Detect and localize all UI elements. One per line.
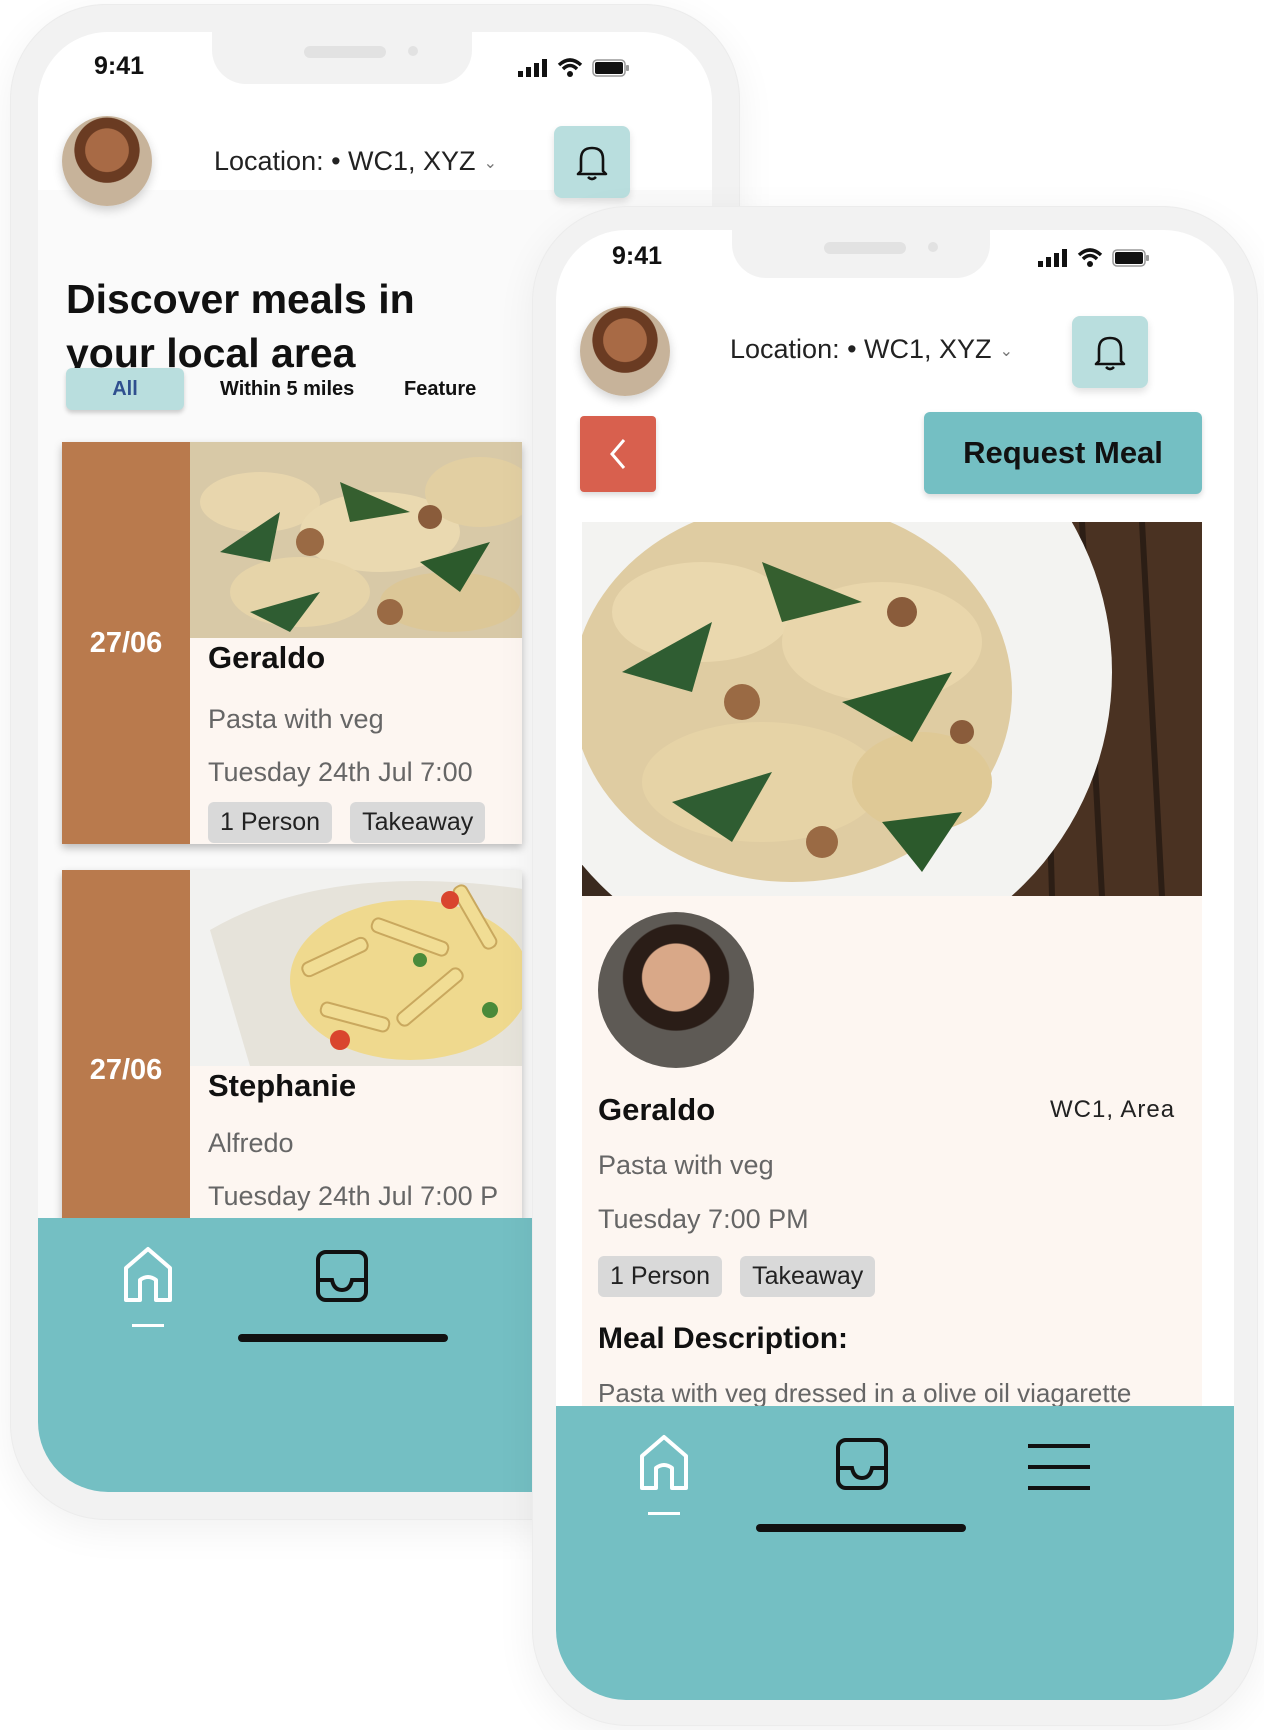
filter-all[interactable]: All [66,368,184,410]
nav-inbox[interactable] [834,1436,890,1497]
meal-date: 27/06 [62,870,190,1270]
nav-home[interactable] [120,1244,176,1327]
wifi-icon [1077,248,1103,267]
takeaway-tag: Takeaway [740,1256,876,1297]
chevron-left-icon [610,439,626,469]
inbox-icon [836,1438,888,1490]
dish-name: Alfredo [208,1128,294,1158]
bottom-nav [556,1406,1234,1700]
status-icons [1038,248,1150,268]
notifications-button[interactable] [1072,316,1148,388]
signal-icon [518,59,547,77]
home-indicator [756,1524,966,1532]
filter-within-5-miles[interactable]: Within 5 miles [220,378,354,401]
wifi-icon [557,58,583,77]
meal-photo [190,870,522,1066]
status-time: 9:41 [94,52,145,80]
user-avatar[interactable] [580,306,670,396]
inbox-icon [316,1250,368,1302]
location-label: Location: • WC1, XYZ [214,146,476,176]
serving-tag: 1 Person [208,802,333,843]
location-label: Location: • WC1, XYZ [730,334,992,364]
back-button[interactable] [580,416,656,492]
serving-tag: 1 Person [598,1256,723,1297]
description-title: Meal Description: [598,1322,849,1355]
request-meal-button[interactable]: Request Meal [924,412,1202,494]
dish-name: Pasta with veg [208,704,384,734]
status-icons [518,58,630,78]
meal-photo [190,442,522,638]
user-avatar[interactable] [62,116,152,206]
location-selector[interactable]: Location: • WC1, XYZ ⌄ [730,334,1013,365]
home-indicator [238,1334,448,1342]
cook-name: Geraldo [598,1092,716,1127]
nav-home[interactable] [636,1432,692,1515]
page-title: Discover meals in your local area [66,276,415,376]
cook-avatar[interactable] [598,912,754,1068]
meal-date: 27/06 [62,442,190,844]
meal-time: Tuesday 24th Jul 7:00 P [208,1181,499,1211]
notifications-button[interactable] [554,126,630,198]
meal-time: Tuesday 24th Jul 7:00 [208,757,473,787]
meal-hero-photo [582,522,1202,896]
location-selector[interactable]: Location: • WC1, XYZ ⌄ [214,146,497,177]
home-icon [640,1435,688,1490]
home-icon [124,1247,172,1302]
takeaway-tag: Takeaway [350,802,486,843]
cook-name: Stephanie [208,1068,357,1103]
battery-icon [592,59,629,77]
dish-name: Pasta with veg [598,1150,774,1180]
menu-icon [1028,1444,1090,1490]
battery-icon [1112,249,1149,267]
notch [732,230,990,278]
status-time: 9:41 [612,242,663,270]
detail-screen: 9:41 Location: • WC1, XYZ ⌄ Request Meal [556,230,1234,1700]
chevron-down-icon: ⌄ [483,154,497,172]
cook-area: WC1, Area [1050,1096,1176,1123]
bell-icon [1094,336,1126,371]
meal-time: Tuesday 7:00 PM [598,1204,809,1234]
cook-name: Geraldo [208,640,326,675]
bell-icon [576,146,608,181]
chevron-down-icon: ⌄ [999,342,1013,360]
nav-menu[interactable] [1026,1442,1092,1497]
notch [212,32,472,84]
filter-featured[interactable]: Feature [404,378,476,401]
phone-frame-detail: 9:41 Location: • WC1, XYZ ⌄ Request Meal [532,206,1258,1726]
meal-card[interactable]: 27/06 Stephanie Alfredo Tuesday 24th Jul… [62,870,522,1270]
signal-icon [1038,249,1067,267]
nav-inbox[interactable] [314,1248,370,1309]
meal-card[interactable]: 27/06 Geraldo Pasta with veg Tuesday 24t… [62,442,522,844]
